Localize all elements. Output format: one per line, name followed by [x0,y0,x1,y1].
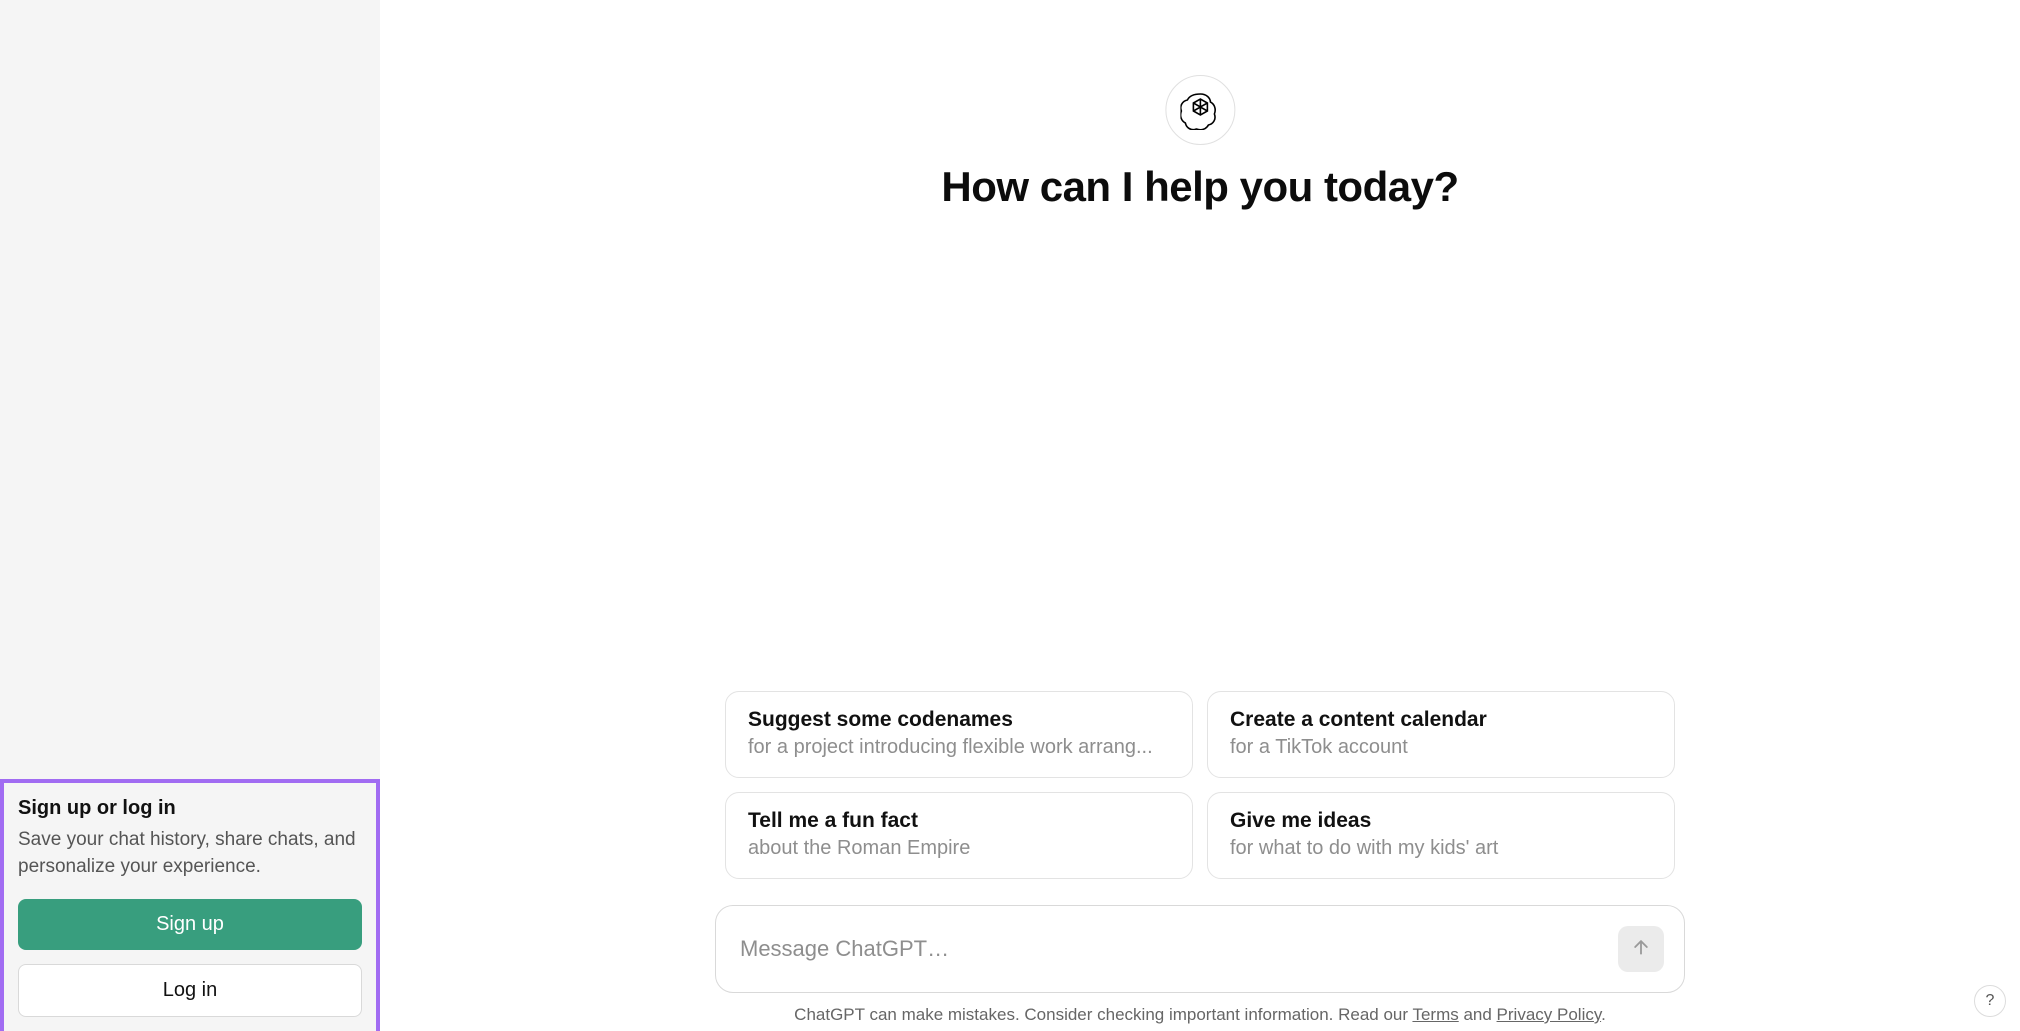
auth-panel: Sign up or log in Save your chat history… [0,779,380,1031]
privacy-link[interactable]: Privacy Policy [1497,1005,1602,1024]
signup-button[interactable]: Sign up [18,899,362,950]
footer-text-prefix: ChatGPT can make mistakes. Consider chec… [794,1005,1412,1024]
terms-link[interactable]: Terms [1412,1005,1458,1024]
help-button[interactable]: ? [1974,985,2006,1017]
footer-disclaimer: ChatGPT can make mistakes. Consider chec… [794,1005,1606,1031]
message-input-bar [715,905,1685,993]
suggestion-subtitle: for what to do with my kids' art [1230,837,1652,860]
footer-text-suffix: . [1601,1005,1606,1024]
auth-title: Sign up or log in [18,797,362,820]
suggestion-subtitle: for a TikTok account [1230,736,1652,759]
message-input[interactable] [740,936,1618,962]
suggestion-title: Create a content calendar [1230,708,1652,732]
app-root: Sign up or log in Save your chat history… [0,0,2020,1031]
openai-logo-icon [1165,75,1235,145]
main-area: How can I help you today? Suggest some c… [380,0,2020,1031]
suggestions-grid: Suggest some codenames for a project int… [715,691,1685,879]
footer-text-and: and [1459,1005,1497,1024]
login-button[interactable]: Log in [18,964,362,1017]
suggestion-title: Tell me a fun fact [748,809,1170,833]
question-mark-icon: ? [1986,992,1995,1010]
auth-description: Save your chat history, share chats, and… [18,826,362,881]
sidebar: Sign up or log in Save your chat history… [0,0,380,1031]
suggestion-card[interactable]: Tell me a fun fact about the Roman Empir… [725,792,1193,879]
suggestion-subtitle: about the Roman Empire [748,837,1170,860]
suggestion-subtitle: for a project introducing flexible work … [748,736,1170,759]
suggestion-card[interactable]: Suggest some codenames for a project int… [725,691,1193,778]
page-title: How can I help you today? [941,163,1458,211]
content-bottom: Suggest some codenames for a project int… [380,691,2020,1031]
hero: How can I help you today? [941,75,1458,211]
message-input-wrap [705,905,1695,993]
suggestion-card[interactable]: Create a content calendar for a TikTok a… [1207,691,1675,778]
suggestion-card[interactable]: Give me ideas for what to do with my kid… [1207,792,1675,879]
suggestion-title: Suggest some codenames [748,708,1170,732]
arrow-up-icon [1631,937,1651,962]
send-button[interactable] [1618,926,1664,972]
suggestion-title: Give me ideas [1230,809,1652,833]
